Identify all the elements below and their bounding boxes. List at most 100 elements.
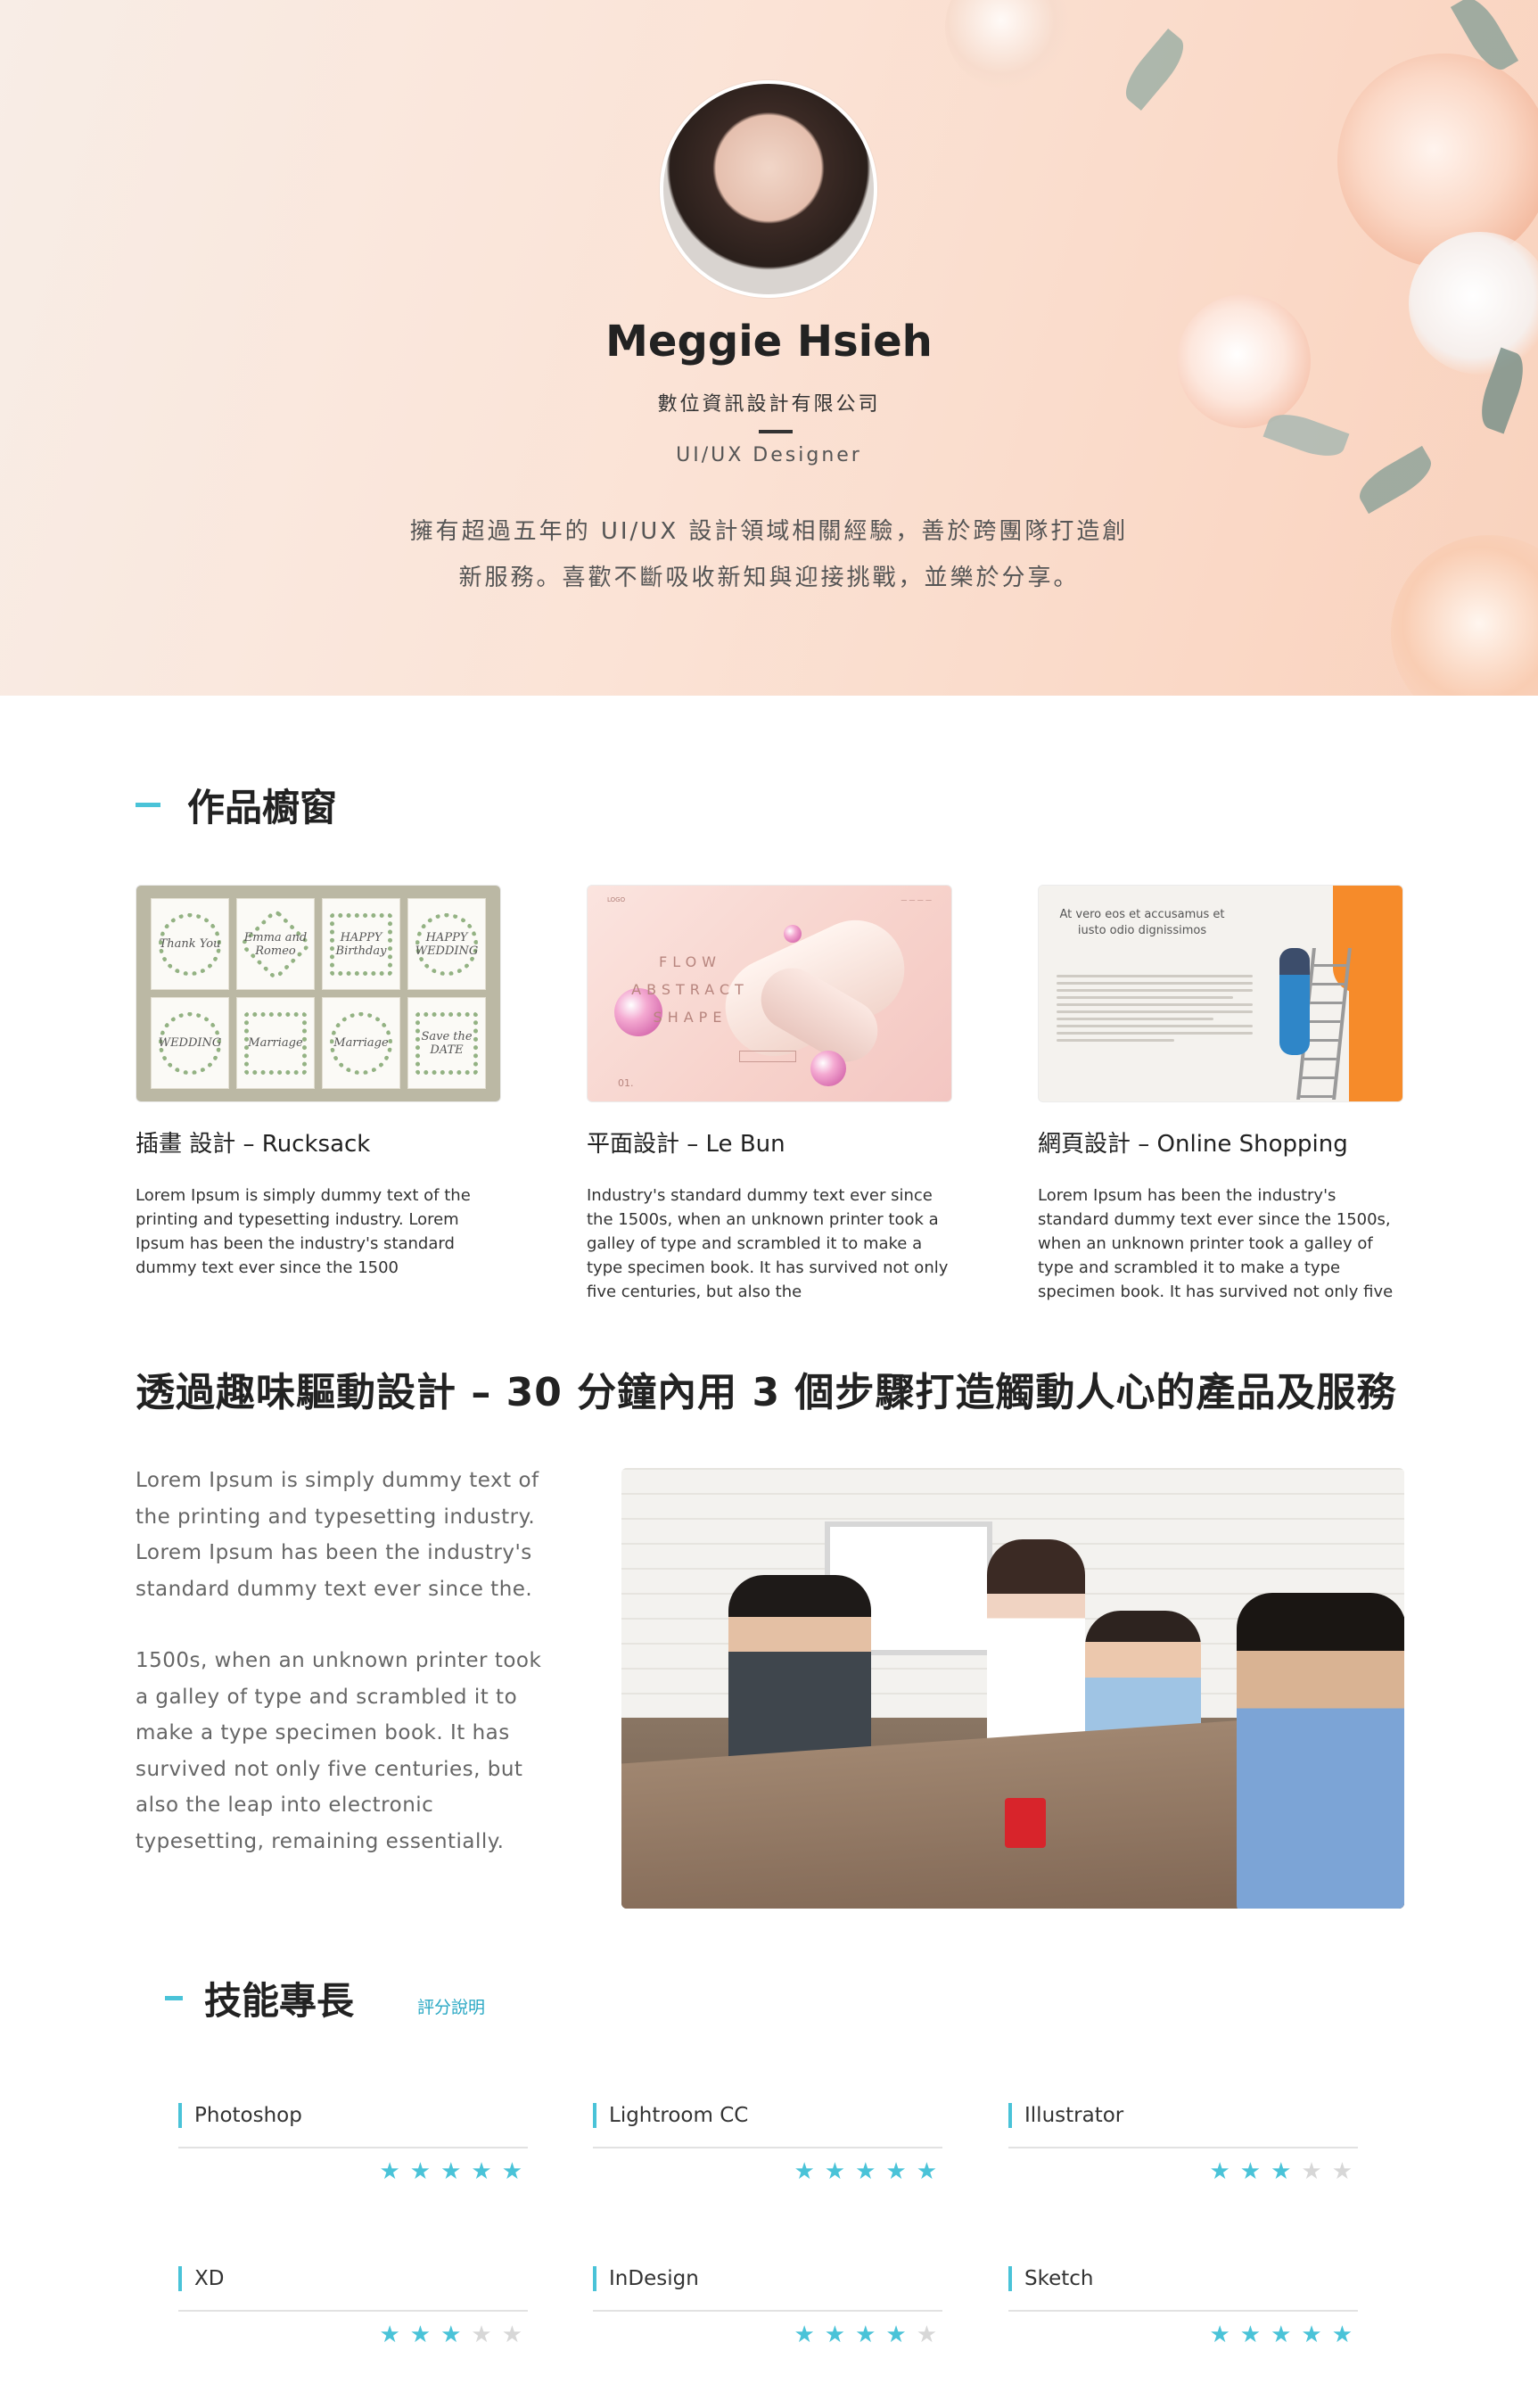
- star-icon: ★: [1331, 2158, 1353, 2185]
- profile-bio: 擁有超過五年的 UI/UX 設計領域相關經驗，善於跨團隊打造創 新服務。喜歡不斷…: [0, 508, 1538, 601]
- star-rating: ★ ★ ★ ★ ★: [178, 2322, 528, 2347]
- star-rating: ★ ★ ★ ★ ★: [1008, 2322, 1358, 2347]
- portfolio-card-title[interactable]: 插畫 設計 – Rucksack: [136, 1126, 501, 1159]
- star-icon: ★: [855, 2321, 876, 2348]
- thumb-headline: FLOW ABSTRACT SHAPE: [631, 953, 749, 1026]
- skill-name: Sketch: [1024, 2267, 1094, 2290]
- star-icon: ★: [440, 2321, 462, 2348]
- skill-accent-bar: [593, 2103, 596, 2128]
- portfolio-card-rucksack[interactable]: Thank You Emma and Romeo HAPPY Birthday …: [136, 885, 501, 1280]
- portfolio-card-online-shopping[interactable]: At vero eos et accusamus et iusto odio d…: [1038, 885, 1403, 1304]
- star-rating: ★ ★ ★ ★ ★: [593, 2159, 942, 2184]
- star-icon: ★: [409, 2158, 432, 2185]
- skill-divider: [593, 2310, 942, 2312]
- thumb-body-lines: [1057, 975, 1253, 1046]
- thumb-number: 01.: [618, 1077, 634, 1089]
- sphere-shape: [784, 925, 802, 943]
- heading-accent-bar: [136, 803, 160, 807]
- portfolio-card-le-bun[interactable]: LOGO — — — — FLOW ABSTRACT SHAPE 01. 平面設計…: [587, 885, 952, 1304]
- hero-banner: Meggie Hsieh 數位資訊設計有限公司 UI/UX Designer 擁…: [0, 0, 1538, 696]
- portfolio-heading: 作品櫥窗: [136, 778, 337, 832]
- portfolio-title: 作品櫥窗: [187, 786, 338, 829]
- feature-heading: 透過趣味驅動設計 – 30 分鐘內用 3 個步驟打造觸動人心的產品及服務: [136, 1370, 1397, 1415]
- hero-divider: [759, 430, 793, 433]
- star-icon: ★: [1331, 2321, 1353, 2348]
- bio-line: 擁有超過五年的 UI/UX 設計領域相關經驗，善於跨團隊打造創: [409, 518, 1129, 545]
- star-icon: ★: [501, 2158, 522, 2185]
- star-icon: ★: [1271, 2321, 1292, 2348]
- rose-decoration: [1337, 54, 1538, 268]
- thumb-headline: At vero eos et accusamus et iusto odio d…: [1059, 908, 1225, 937]
- invitation-card: Marriage: [236, 997, 315, 1089]
- skill-accent-bar: [1008, 2103, 1012, 2128]
- skill-name: Photoshop: [194, 2104, 302, 2127]
- skill-name: XD: [194, 2267, 225, 2290]
- skill-accent-bar: [178, 2266, 182, 2291]
- profile-avatar: [660, 80, 877, 298]
- portfolio-thumbnail[interactable]: Thank You Emma and Romeo HAPPY Birthday …: [136, 885, 501, 1102]
- skill-divider: [178, 2147, 528, 2148]
- invitation-card: Emma and Romeo: [236, 898, 315, 990]
- meeting-photo: [621, 1468, 1404, 1909]
- star-icon: ★: [471, 2321, 492, 2348]
- star-icon: ★: [794, 2158, 815, 2185]
- rating-explanation-link[interactable]: 評分說明: [417, 1994, 485, 2018]
- skill-divider: [1008, 2147, 1358, 2148]
- skill-accent-bar: [178, 2103, 182, 2128]
- leaf-decoration: [1116, 28, 1193, 111]
- skill-divider: [1008, 2310, 1358, 2312]
- feature-paragraph: 1500s, when an unknown printer took a ga…: [136, 1649, 542, 1853]
- skill-divider: [593, 2147, 942, 2148]
- skill-item: Lightroom CC ★ ★ ★ ★ ★: [593, 2102, 942, 2184]
- star-icon: ★: [824, 2158, 846, 2185]
- portfolio-card-title[interactable]: 網頁設計 – Online Shopping: [1038, 1126, 1403, 1159]
- star-icon: ★: [885, 2321, 907, 2348]
- star-icon: ★: [409, 2321, 432, 2348]
- star-icon: ★: [1239, 2321, 1262, 2348]
- star-icon: ★: [1301, 2158, 1322, 2185]
- thumb-button: [739, 1051, 796, 1062]
- star-icon: ★: [379, 2321, 400, 2348]
- portfolio-card-title[interactable]: 平面設計 – Le Bun: [587, 1126, 952, 1159]
- skill-name: Lightroom CC: [609, 2104, 749, 2127]
- skill-accent-bar: [1008, 2266, 1012, 2291]
- invitation-card: WEDDING: [151, 997, 229, 1089]
- invitation-card: Marriage: [322, 997, 400, 1089]
- skill-item: Photoshop ★ ★ ★ ★ ★: [178, 2102, 528, 2184]
- star-rating: ★ ★ ★ ★ ★: [1008, 2159, 1358, 2184]
- heading-accent-bar: [165, 1996, 183, 2000]
- star-icon: ★: [1209, 2158, 1230, 2185]
- portfolio-card-description: Industry's standard dummy text ever sinc…: [587, 1186, 949, 1301]
- star-icon: ★: [501, 2321, 522, 2348]
- star-icon: ★: [885, 2158, 907, 2185]
- star-icon: ★: [916, 2158, 937, 2185]
- profile-job-title: UI/UX Designer: [676, 444, 862, 466]
- profile-name: Meggie Hsieh: [605, 317, 933, 367]
- invitation-card: Thank You: [151, 898, 229, 990]
- star-icon: ★: [440, 2158, 462, 2185]
- star-icon: ★: [471, 2158, 492, 2185]
- skills-heading: 技能專長: [165, 1971, 354, 2025]
- skill-name: Illustrator: [1024, 2104, 1124, 2127]
- portfolio-thumbnail[interactable]: At vero eos et accusamus et iusto odio d…: [1038, 885, 1403, 1102]
- skills-title: 技能專長: [204, 1979, 355, 2023]
- portfolio-card-description: Lorem Ipsum is simply dummy text of the …: [136, 1186, 471, 1277]
- star-icon: ★: [1239, 2158, 1262, 2185]
- painter-illustration: [1279, 948, 1310, 1055]
- star-icon: ★: [916, 2321, 937, 2348]
- invitation-card: Save the DATE: [407, 997, 486, 1089]
- star-icon: ★: [1209, 2321, 1230, 2348]
- invitation-card: HAPPY WEDDING: [407, 898, 486, 990]
- star-icon: ★: [379, 2158, 400, 2185]
- portfolio-card-description: Lorem Ipsum has been the industry's stan…: [1038, 1186, 1394, 1301]
- thumb-nav: LOGO — — — —: [607, 896, 932, 903]
- invitation-card: HAPPY Birthday: [322, 898, 400, 990]
- sphere-shape: [810, 1051, 846, 1086]
- bio-line: 新服務。喜歡不斷吸收新知與迎接挑戰，並樂於分享。: [458, 565, 1080, 591]
- star-icon: ★: [1271, 2158, 1292, 2185]
- star-rating: ★ ★ ★ ★ ★: [593, 2322, 942, 2347]
- skill-accent-bar: [593, 2266, 596, 2291]
- portfolio-thumbnail[interactable]: LOGO — — — — FLOW ABSTRACT SHAPE 01.: [587, 885, 952, 1102]
- star-rating: ★ ★ ★ ★ ★: [178, 2159, 528, 2184]
- star-icon: ★: [855, 2158, 876, 2185]
